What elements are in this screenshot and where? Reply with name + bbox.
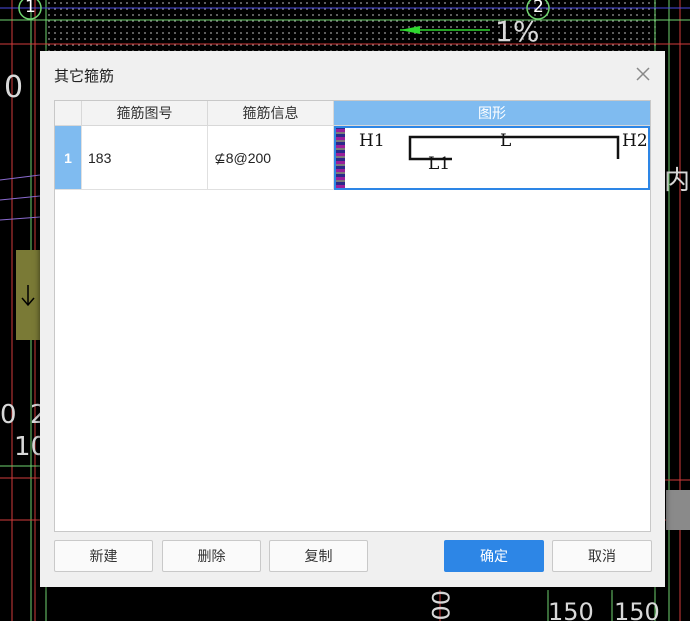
stirrup-table: 箍筋图号 箍筋信息 图形 1 183 ⊈8@200 H1 L H2 L1 [54,100,651,532]
copy-button[interactable]: 复制 [269,540,368,572]
header-corner [55,101,82,126]
slope-label: 1% [495,15,540,48]
left-dimension-1: 0 [4,70,24,105]
bottom-dimension-mid: 00 [426,590,454,621]
column-header-info[interactable]: 箍筋信息 [208,101,334,126]
row-index[interactable]: 1 [55,126,82,190]
ok-button[interactable]: 确定 [444,540,544,572]
column-header-shape-no[interactable]: 箍筋图号 [82,101,208,126]
shape-label-l1: L1 [428,154,451,174]
cell-shape[interactable]: H1 L H2 L1 [334,126,650,190]
shape-label-h1: H1 [359,131,385,151]
cancel-button[interactable]: 取消 [552,540,652,572]
right-cad-text: 内 [664,166,690,196]
bottom-dimension-2: 150 [614,598,660,621]
bottom-dimension-1: 150 [548,598,594,621]
cell-shape-no[interactable]: 183 [82,126,208,190]
delete-button[interactable]: 删除 [162,540,261,572]
cell-stirrup-info[interactable]: ⊈8@200 [208,126,334,190]
close-icon [636,67,650,81]
axis-marker-1: 1 [25,0,36,17]
new-button[interactable]: 新建 [54,540,153,572]
close-button[interactable] [632,63,654,85]
shape-label-l: L [500,131,512,151]
left-dimension-2: 0 [0,400,17,430]
dialog-title: 其它箍筋 [54,68,115,85]
other-stirrup-dialog: 其它箍筋 箍筋图号 箍筋信息 图形 1 183 ⊈8@200 H1 L H2 L… [40,51,665,587]
shape-label-h2: H2 [622,131,648,151]
